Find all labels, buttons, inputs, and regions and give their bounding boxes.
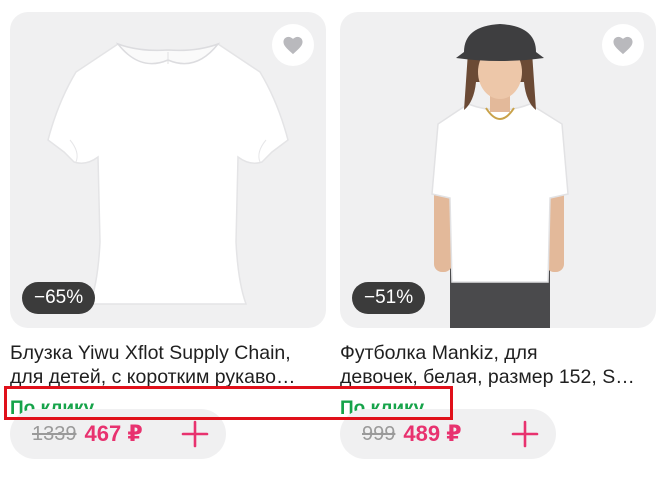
product-image[interactable]: −65% (10, 12, 326, 328)
new-price: 489 ₽ (403, 421, 462, 446)
product-title-line: Футболка Mankiz, для (340, 342, 538, 364)
add-to-cart-plus-icon[interactable] (180, 419, 210, 449)
add-to-cart-plus-icon[interactable] (510, 419, 540, 449)
favorite-button[interactable] (602, 24, 644, 66)
product-card[interactable]: −51% Футболка Mankiz, для девочек, белая… (340, 12, 656, 421)
old-price: 1339 (32, 422, 77, 445)
product-title-line: Блузка Yiwu Xflot Supply Chain, (10, 342, 291, 364)
favorite-button[interactable] (272, 24, 314, 66)
product-title[interactable]: Футболка Mankiz, для девочек, белая, раз… (340, 341, 656, 389)
product-card[interactable]: −65% Блузка Yiwu Xflot Supply Chain, для… (10, 12, 326, 421)
product-title[interactable]: Блузка Yiwu Xflot Supply Chain, для дете… (10, 341, 326, 389)
heart-icon (283, 36, 303, 55)
discount-badge: −51% (352, 282, 426, 314)
old-price: 999 (362, 422, 396, 445)
discount-badge: −65% (22, 282, 96, 314)
highlight-box (4, 386, 453, 420)
heart-icon (613, 36, 633, 55)
new-price: 467 ₽ (84, 421, 143, 446)
product-image[interactable]: −51% (340, 12, 656, 328)
